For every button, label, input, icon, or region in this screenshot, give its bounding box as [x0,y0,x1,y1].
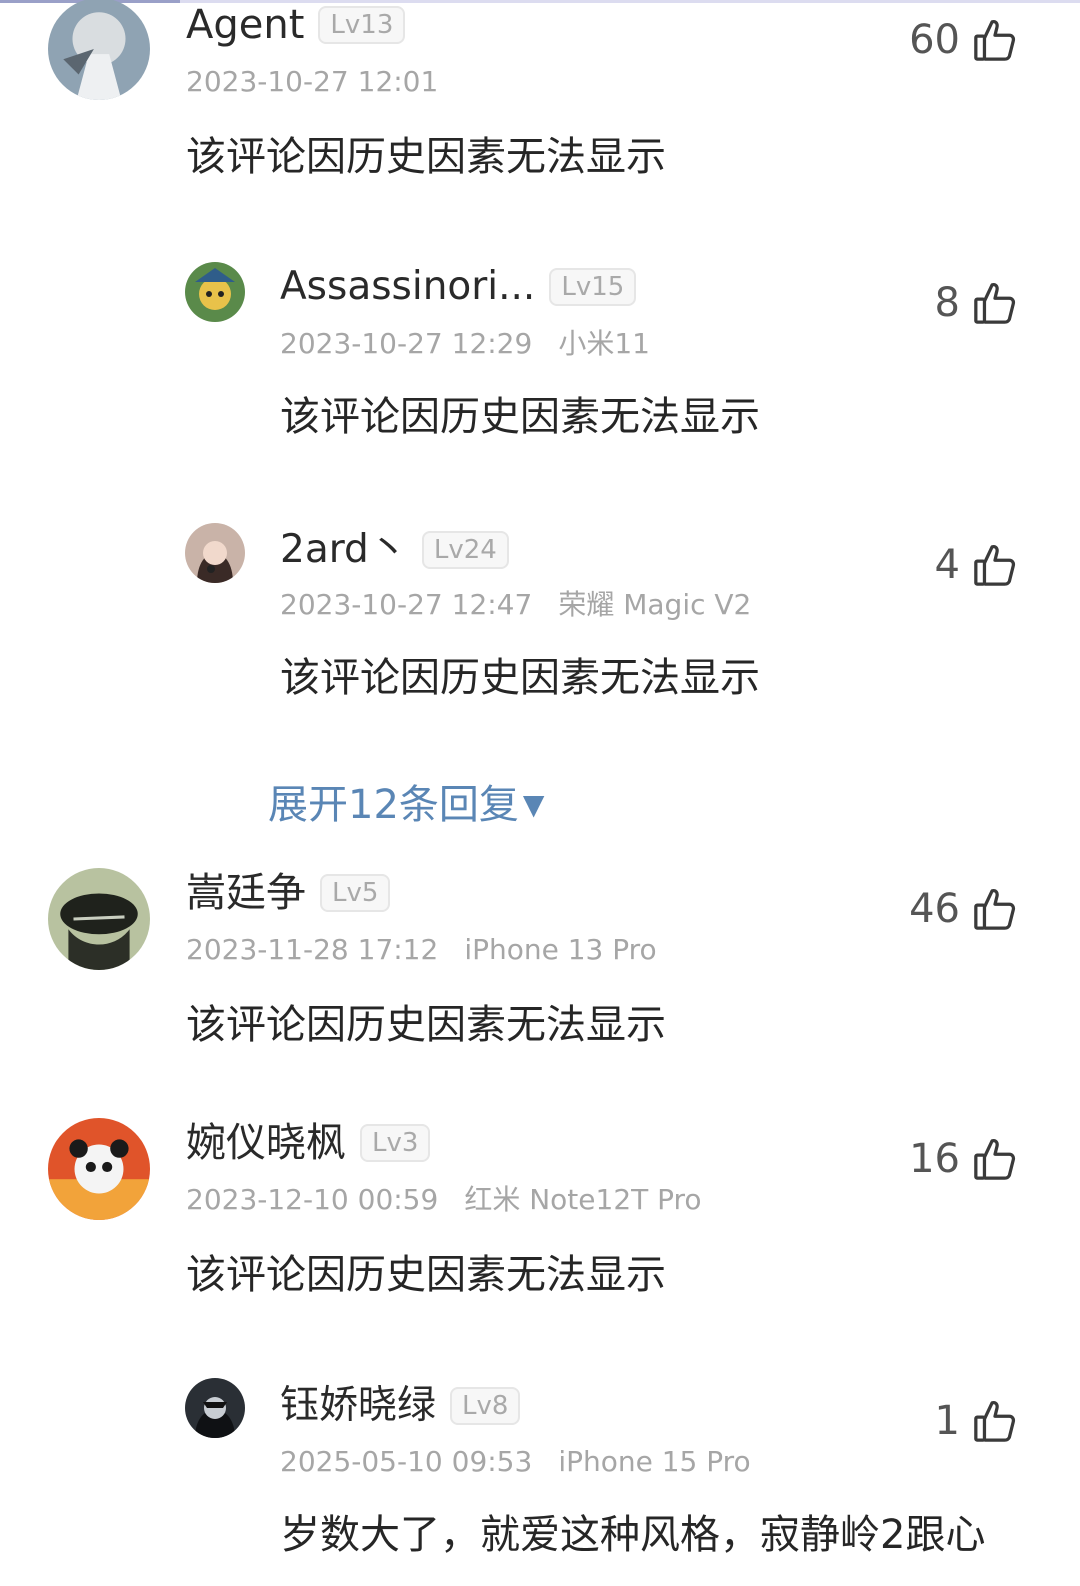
triangle-down-icon: ▼ [522,788,545,821]
like-button[interactable]: 60 [909,15,1018,65]
avatar[interactable] [48,868,150,970]
username[interactable]: 钰娇晓绿 [280,1381,436,1431]
level-badge: Lv3 [360,1124,431,1162]
timestamp: 2023-10-27 12:47 [280,588,533,621]
like-count: 1 [934,1398,960,1444]
level-badge: Lv15 [549,268,637,306]
level-badge: Lv5 [320,874,391,912]
username[interactable]: 嵩廷争 [186,868,306,918]
top-scroll-indicator [0,0,1080,3]
username[interactable]: Agent [186,0,304,50]
comment-text: 该评论因历史因素无法显示 [186,134,666,180]
device-label: iPhone 13 Pro [464,933,657,966]
like-count: 8 [934,280,960,326]
thumbs-up-icon [972,886,1018,932]
thumbs-up-icon [972,280,1018,326]
timestamp: 2023-10-27 12:01 [186,65,439,98]
thumbs-up-icon [972,542,1018,588]
device-label: iPhone 15 Pro [558,1445,751,1478]
comment-text: 该评论因历史因素无法显示 [280,394,760,440]
level-badge: Lv8 [450,1387,521,1425]
comment-text: 岁数大了，就爱这种风格，寂静岭2跟心 [280,1512,986,1558]
like-button[interactable]: 46 [909,884,1018,934]
comment-text: 该评论因历史因素无法显示 [186,1002,666,1048]
expand-replies-link[interactable]: 展开12条回复 ▼ [268,778,544,832]
like-button[interactable]: 16 [909,1134,1018,1184]
thumbs-up-icon [972,1136,1018,1182]
like-count: 4 [934,542,960,588]
like-count: 46 [909,886,960,932]
level-badge: Lv24 [421,531,509,569]
avatar[interactable] [185,523,245,583]
username[interactable]: Assassinori... [280,262,535,312]
timestamp: 2023-12-10 00:59 [186,1183,439,1216]
avatar[interactable] [48,0,150,100]
like-button[interactable]: 8 [935,278,1018,328]
username[interactable]: 婉仪晓枫 [186,1118,346,1168]
username[interactable]: 2ard丶 [280,525,408,575]
timestamp: 2023-11-28 17:12 [186,933,439,966]
level-badge: Lv13 [318,6,406,44]
device-label: 小米11 [558,327,650,360]
avatar[interactable] [185,262,245,322]
comment-text: 该评论因历史因素无法显示 [280,655,760,701]
like-button[interactable]: 4 [935,540,1018,590]
device-label: 红米 Note12T Pro [464,1183,702,1216]
device-label: 荣耀 Magic V2 [558,588,752,621]
like-count: 60 [909,17,960,63]
comment-text: 该评论因历史因素无法显示 [186,1252,666,1298]
thumbs-up-icon [972,1398,1018,1444]
thumbs-up-icon [972,17,1018,63]
avatar[interactable] [48,1118,150,1220]
timestamp: 2023-10-27 12:29 [280,327,533,360]
like-count: 16 [909,1136,960,1182]
timestamp: 2025-05-10 09:53 [280,1445,533,1478]
like-button[interactable]: 1 [935,1396,1018,1446]
expand-replies-label: 展开12条回复 [268,782,519,828]
avatar[interactable] [185,1378,245,1438]
